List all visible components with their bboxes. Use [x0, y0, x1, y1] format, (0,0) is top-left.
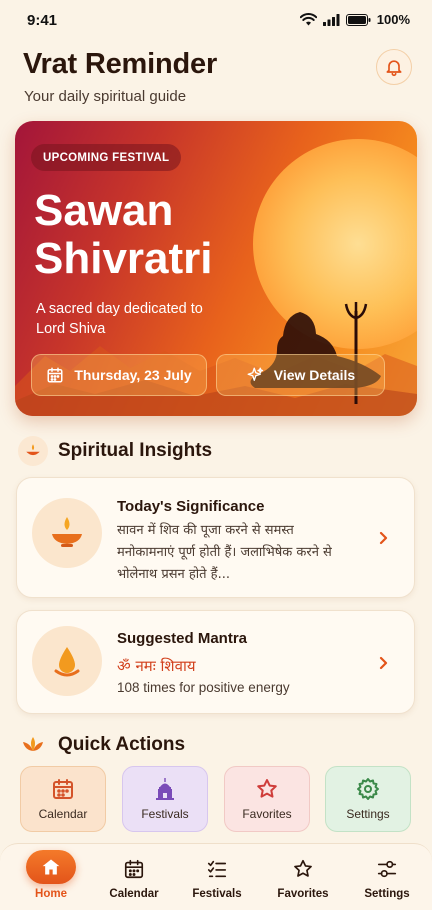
mantra-card[interactable]: Suggested Mantra ॐ नमः शिवाय 108 times f…	[16, 610, 415, 714]
nav-calendar[interactable]: Calendar	[94, 844, 174, 910]
nav-label: Festivals	[192, 888, 242, 900]
status-time: 9:41	[27, 12, 58, 29]
chevron-right-icon	[379, 531, 388, 545]
nav-home[interactable]: Home	[11, 844, 91, 910]
temple-icon	[156, 778, 174, 800]
mantra-note: 108 times for positive energy	[117, 680, 290, 695]
star-icon	[257, 779, 277, 798]
festival-badge: UPCOMING FESTIVAL	[31, 144, 182, 171]
nav-label: Calendar	[109, 888, 159, 900]
quick-actions-heading: Quick Actions	[18, 730, 185, 760]
home-icon	[26, 850, 76, 884]
sliders-icon	[377, 860, 397, 878]
insights-title: Spiritual Insights	[58, 440, 213, 461]
diya-lamp-icon	[32, 498, 102, 568]
insights-heading: Spiritual Insights	[18, 436, 212, 466]
calendar-icon	[53, 779, 73, 799]
quick-action-favorites[interactable]: Favorites	[224, 766, 310, 832]
view-details-button[interactable]: View Details	[216, 354, 385, 396]
calendar-icon	[47, 367, 63, 383]
significance-title: Today's Significance	[117, 498, 265, 515]
nav-label: Settings	[364, 888, 410, 900]
wifi-icon	[299, 13, 317, 26]
mantra-title: Suggested Mantra	[117, 630, 248, 647]
app-subtitle: Your daily spiritual guide	[24, 88, 187, 105]
festival-date-button[interactable]: Thursday, 23 July	[31, 354, 207, 396]
significance-text: सावन में शिव की पूजा करने से समस्त मनोका…	[117, 523, 332, 582]
lotus-icon	[18, 730, 48, 760]
battery-percent: 100%	[376, 12, 410, 27]
festival-description: A sacred day dedicated to Lord Shiva	[36, 301, 203, 337]
status-bar: 9:41 100%	[0, 0, 432, 40]
quick-action-label: Settings	[346, 807, 390, 821]
quick-action-label: Favorites	[242, 807, 292, 821]
festival-hero-card[interactable]: UPCOMING FESTIVAL Sawan Shivratri A sacr…	[15, 121, 417, 416]
significance-card[interactable]: Today's Significance सावन में शिव की पूज…	[16, 477, 415, 598]
nav-festivals[interactable]: Festivals	[177, 844, 257, 910]
gear-icon	[357, 778, 379, 800]
bottom-navigation: Home Calendar Festivals Favorites Settin…	[0, 843, 432, 910]
nav-label: Home	[35, 888, 67, 900]
quick-action-label: Calendar	[38, 807, 88, 821]
quick-action-settings[interactable]: Settings	[325, 766, 411, 832]
star-icon	[294, 859, 312, 877]
signal-icon	[322, 13, 340, 26]
drop-icon	[32, 626, 102, 696]
festival-title: Sawan Shivratri	[34, 186, 213, 283]
quick-action-calendar[interactable]: Calendar	[20, 766, 106, 832]
quick-actions-title: Quick Actions	[58, 734, 186, 755]
festival-date-label: Thursday, 23 July	[74, 367, 192, 383]
bell-icon	[386, 60, 402, 77]
nav-label: Favorites	[277, 888, 329, 900]
quick-action-festivals[interactable]: Festivals	[122, 766, 208, 832]
diya-icon	[18, 436, 48, 466]
chevron-right-icon	[379, 656, 388, 670]
status-icons: 100%	[299, 12, 410, 27]
app-title: Vrat Reminder	[23, 48, 218, 80]
notifications-button[interactable]	[376, 49, 412, 85]
list-check-icon	[207, 860, 227, 878]
sparkle-icon	[247, 367, 263, 381]
calendar-icon	[124, 859, 144, 879]
mantra-text: ॐ नमः शिवाय	[117, 657, 196, 675]
view-details-label: View Details	[273, 367, 356, 383]
nav-settings[interactable]: Settings	[347, 844, 427, 910]
nav-favorites[interactable]: Favorites	[263, 844, 343, 910]
battery-icon	[345, 13, 371, 26]
quick-action-label: Festivals	[141, 807, 189, 821]
